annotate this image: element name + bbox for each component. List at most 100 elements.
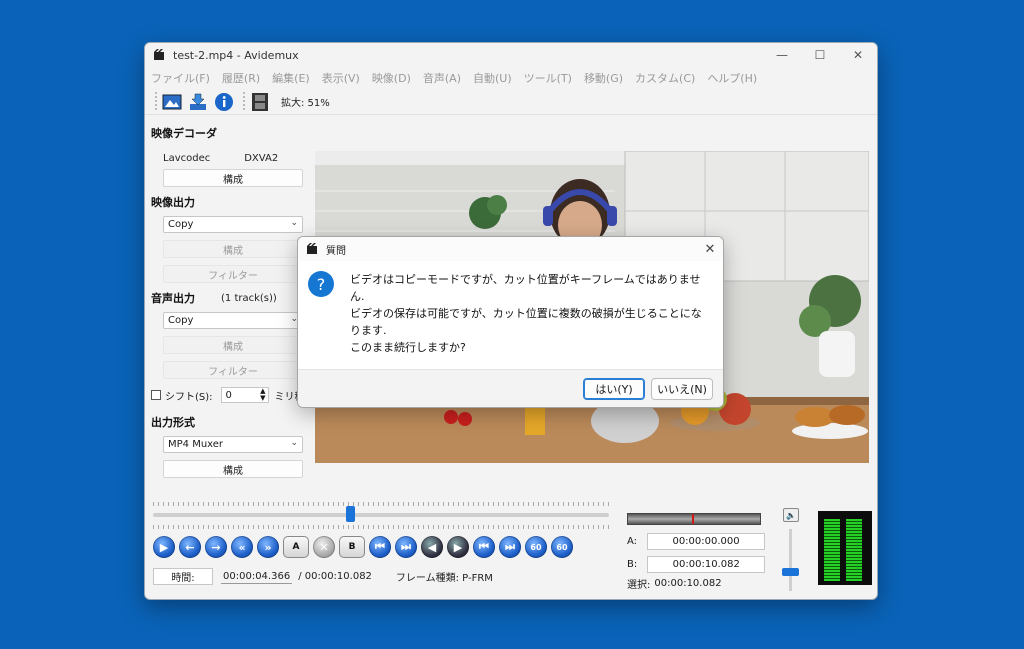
time-button[interactable]: 時間: xyxy=(153,568,213,585)
next-keyframe-button[interactable]: » xyxy=(257,536,279,558)
prev-frame-button[interactable]: ← xyxy=(179,536,201,558)
seek-ticks-top xyxy=(153,502,609,506)
playback-controls: ▶ ← → « » A ✕ B ⏮ ⏭ ◀ ▶ ⏮ ⏭ 60 60 xyxy=(153,535,577,559)
audio-filters-button[interactable]: フィルター xyxy=(163,361,303,379)
selection-label: 選択: xyxy=(627,580,651,591)
shift-label: シフト(S): xyxy=(165,391,213,403)
output-format-select[interactable]: MP4 Muxer ⌄ xyxy=(163,436,303,453)
volume-slider[interactable] xyxy=(789,529,792,591)
window-title: test-2.mp4 - Avidemux xyxy=(173,48,299,62)
arrow-right-icon: → xyxy=(211,540,221,554)
yes-button[interactable]: はい(Y) xyxy=(583,378,645,400)
decoder-configure-button[interactable]: 構成 xyxy=(163,169,303,187)
last-frame-icon: ⏭ xyxy=(505,540,515,553)
set-marker-a-button[interactable]: A xyxy=(283,536,309,558)
goto-first-button[interactable]: ⏮ xyxy=(473,536,495,558)
menu-help[interactable]: ヘルプ(H) xyxy=(707,70,757,86)
chevron-down-icon: ⌄ xyxy=(290,218,298,228)
maximize-button[interactable]: ☐ xyxy=(801,43,839,67)
info-icon xyxy=(215,92,233,111)
set-marker-b-button[interactable]: B xyxy=(339,536,365,558)
menu-edit[interactable]: 編集(E) xyxy=(272,70,310,86)
first-frame-icon: ⏮ xyxy=(479,540,489,553)
seek-ticks-bottom xyxy=(153,525,609,529)
download-icon xyxy=(190,93,206,110)
marker-a-row-label: A: xyxy=(627,536,638,547)
close-icon: ✕ xyxy=(319,540,329,554)
zoom-label: 拡大: 51% xyxy=(281,98,330,109)
audio-output-select[interactable]: Copy ⌄ xyxy=(163,312,303,329)
goto-marker-b-button[interactable]: ⏭ xyxy=(395,536,417,558)
video-output-value: Copy xyxy=(168,219,194,230)
menu-view[interactable]: 表示(V) xyxy=(322,70,360,86)
menu-tools[interactable]: ツール(T) xyxy=(524,70,572,86)
menu-go[interactable]: 移動(G) xyxy=(584,70,623,86)
open-file-button[interactable] xyxy=(161,91,183,113)
format-configure-button[interactable]: 構成 xyxy=(163,460,303,478)
info-button[interactable] xyxy=(213,91,235,113)
dialog-title-bar: 質問 ✕ xyxy=(298,237,723,261)
volume-button[interactable]: 🔈 xyxy=(783,508,799,522)
decoder-hw: DXVA2 xyxy=(244,152,279,164)
speaker-icon: 🔈 xyxy=(786,510,796,520)
seek-slider[interactable] xyxy=(153,513,609,517)
video-filters-button[interactable]: フィルター xyxy=(163,265,303,283)
reset-markers-button[interactable]: ✕ xyxy=(313,536,335,558)
menu-video[interactable]: 映像(D) xyxy=(372,70,411,86)
marker-b-field[interactable]: 00:00:10.082 xyxy=(647,556,766,573)
dialog-close-button[interactable]: ✕ xyxy=(697,242,723,257)
close-window-button[interactable]: ✕ xyxy=(839,43,877,67)
forward-60-label: 60 xyxy=(556,542,568,552)
menu-auto[interactable]: 自動(U) xyxy=(473,70,512,86)
audio-output-value: Copy xyxy=(168,315,194,326)
video-output-select[interactable]: Copy ⌄ xyxy=(163,216,303,233)
goto-a-icon: ⏮ xyxy=(375,540,385,553)
no-button[interactable]: いいえ(N) xyxy=(651,378,713,400)
marker-a-field[interactable]: 00:00:00.000 xyxy=(647,533,766,550)
shift-spinbox[interactable]: 0 ▲ ▼ xyxy=(220,387,269,403)
volume-thumb[interactable] xyxy=(782,568,799,576)
next-frame-button[interactable]: → xyxy=(205,536,227,558)
video-configure-button[interactable]: 構成 xyxy=(163,240,303,258)
arrow-left-icon: ← xyxy=(185,540,195,554)
avidemux-icon xyxy=(154,49,164,60)
question-dialog: 質問 ✕ ? ビデオはコピーモードですが、カット位置がキーフレームではありませ … xyxy=(297,236,724,408)
menu-audio[interactable]: 音声(A) xyxy=(423,70,461,86)
dialog-line-2: ん. xyxy=(350,290,365,303)
dialog-line-1: ビデオはコピーモードですが、カット位置がキーフレームではありませ xyxy=(350,273,701,286)
menu-recent[interactable]: 履歴(R) xyxy=(222,70,260,86)
output-format-title: 出力形式 xyxy=(151,416,195,429)
menu-file[interactable]: ファイル(F) xyxy=(151,70,210,86)
back-60s-button[interactable]: 60 xyxy=(525,536,547,558)
audio-output-title: 音声出力 xyxy=(151,292,195,305)
prev-keyframe-button[interactable]: « xyxy=(231,536,253,558)
video-decoder-title: 映像デコーダ xyxy=(151,127,217,140)
shift-checkbox[interactable] xyxy=(151,390,161,400)
minimize-button[interactable]: — xyxy=(763,43,801,67)
save-button[interactable] xyxy=(187,91,209,113)
prev-black-frame-button[interactable]: ◀ xyxy=(421,536,443,558)
film-button[interactable] xyxy=(249,91,271,113)
menu-custom[interactable]: カスタム(C) xyxy=(635,70,695,86)
black-frame-next-icon: ▶ xyxy=(453,540,463,554)
goto-last-button[interactable]: ⏭ xyxy=(499,536,521,558)
audio-balance-meter xyxy=(627,513,761,525)
play-icon: ▶ xyxy=(159,540,169,554)
vu-right-channel xyxy=(846,519,862,581)
play-button[interactable]: ▶ xyxy=(153,536,175,558)
next-black-frame-button[interactable]: ▶ xyxy=(447,536,469,558)
output-format-value: MP4 Muxer xyxy=(168,439,224,450)
avidemux-icon xyxy=(307,243,317,254)
audio-configure-button[interactable]: 構成 xyxy=(163,336,303,354)
back-60-label: 60 xyxy=(530,542,542,552)
dialog-title: 質問 xyxy=(326,245,346,257)
selection-row: 選択: 00:00:10.082 xyxy=(627,576,722,591)
rewind-icon: « xyxy=(238,540,246,554)
audio-track-count: (1 track(s)) xyxy=(221,292,277,304)
dialog-message: ビデオはコピーモードですが、カット位置がキーフレームではありませ ん. ビデオの… xyxy=(350,271,712,356)
goto-marker-a-button[interactable]: ⏮ xyxy=(369,536,391,558)
current-time-field[interactable]: 00:00:04.366 xyxy=(221,570,293,584)
forward-60s-button[interactable]: 60 xyxy=(551,536,573,558)
seek-thumb[interactable] xyxy=(346,506,356,522)
dialog-body: ? ビデオはコピーモードですが、カット位置がキーフレームではありませ ん. ビデ… xyxy=(298,261,723,369)
